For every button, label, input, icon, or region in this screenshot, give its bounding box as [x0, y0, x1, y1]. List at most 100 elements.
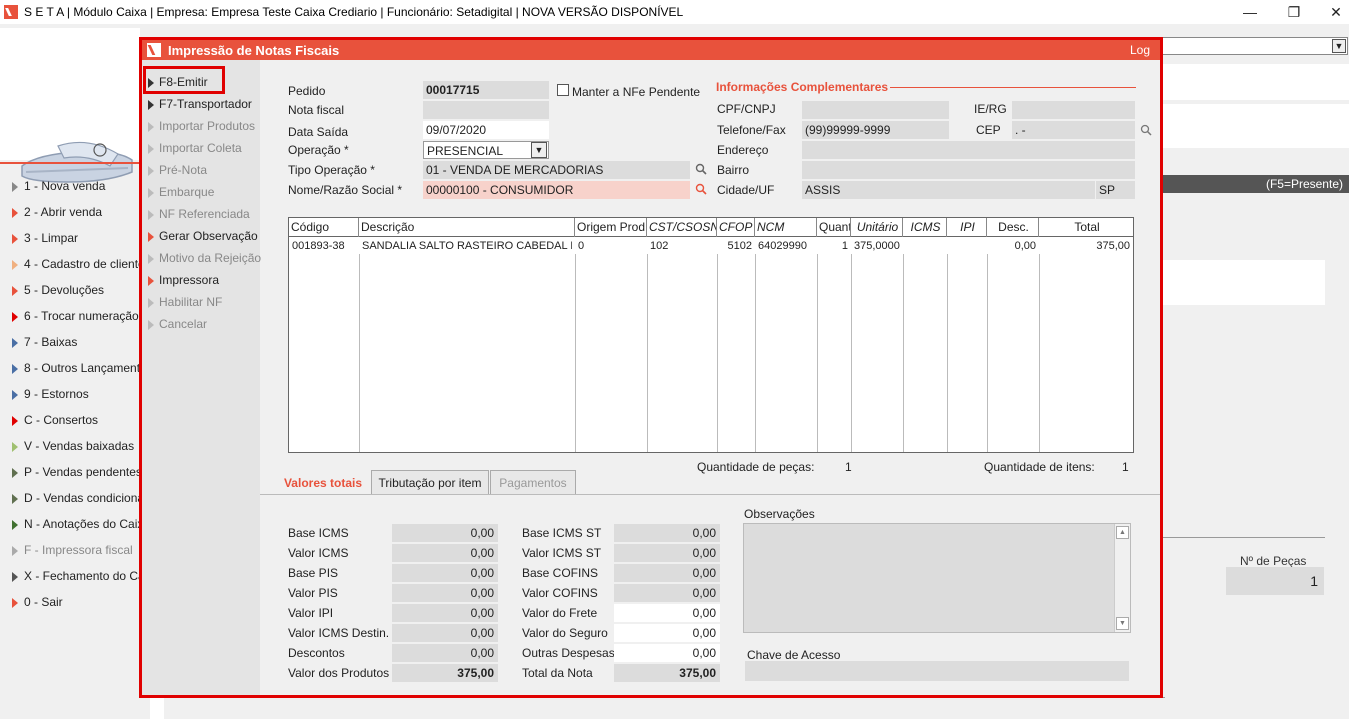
grid-column-header[interactable]: Quant — [817, 218, 851, 237]
main-menu-item[interactable]: V - Vendas baixadas — [0, 436, 140, 462]
grid-column-header[interactable]: Total — [1039, 218, 1133, 237]
cep-field[interactable]: . - — [1012, 121, 1135, 139]
scroll-down-icon[interactable]: ▼ — [1116, 617, 1129, 630]
grid-column-header[interactable]: Descrição — [359, 218, 575, 237]
scrollbar[interactable]: ▲ ▼ — [1114, 524, 1130, 632]
main-menu-item[interactable]: 6 - Trocar numeração — [0, 306, 140, 332]
cidade-field[interactable]: ASSIS — [802, 181, 1095, 199]
search-icon[interactable] — [695, 163, 707, 175]
manter-nfe-checkbox[interactable] — [557, 84, 569, 96]
grid-column-header[interactable]: Origem Prod — [575, 218, 647, 237]
window-title: S E T A | Módulo Caixa | Empresa: Empres… — [24, 5, 684, 19]
side-menu-item[interactable]: Importar Produtos — [148, 119, 255, 133]
grid-column-header[interactable]: NCM — [755, 218, 817, 237]
main-menu-item[interactable]: 3 - Limpar — [0, 228, 140, 254]
cidade-label: Cidade/UF — [717, 183, 775, 197]
bairro-field[interactable] — [802, 161, 1135, 179]
operacao-label: Operação * — [288, 143, 349, 157]
observacoes-textarea[interactable]: ▲ ▼ — [743, 523, 1131, 633]
main-menu-item[interactable]: X - Fechamento do Caixa — [0, 566, 140, 592]
tipo-operacao-field[interactable]: 01 - VENDA DE MERCADORIAS — [423, 161, 690, 179]
main-menu-label: 9 - Estornos — [24, 387, 89, 401]
main-menu-item[interactable]: 2 - Abrir venda — [0, 202, 140, 228]
qtd-pecas-label: Quantidade de peças: — [697, 460, 815, 474]
table-cell: 102 — [650, 240, 669, 252]
side-menu-item[interactable]: Pré-Nota — [148, 163, 207, 177]
menu-arrow-icon — [148, 165, 154, 176]
main-menu-item[interactable]: 5 - Devoluções — [0, 280, 140, 306]
main-menu-item[interactable]: D - Vendas condicionais — [0, 488, 140, 514]
side-menu-item[interactable]: Impressora — [148, 273, 219, 287]
side-menu-item[interactable]: F7-Transportador — [148, 97, 252, 111]
chevron-down-icon[interactable]: ▼ — [1332, 39, 1346, 53]
main-menu-item[interactable]: F - Impressora fiscal — [0, 540, 140, 566]
grid-column-header[interactable]: Código — [289, 218, 359, 237]
valor-label: Total da Nota — [522, 666, 593, 680]
grid-column-header[interactable]: Unitário — [851, 218, 903, 237]
main-menu-item[interactable]: 4 - Cadastro de clientes — [0, 254, 140, 280]
search-icon[interactable] — [695, 183, 707, 195]
menu-arrow-icon — [12, 181, 18, 192]
dialog-side-menu: F8-Emitir F7-Transportador Importar Produt… — [142, 60, 261, 695]
grid-column-header[interactable]: CST/CSOSN — [647, 218, 717, 237]
grid-column-line — [851, 237, 852, 452]
main-menu-item[interactable]: P - Vendas pendentes — [0, 462, 140, 488]
nfe-print-dialog: Impressão de Notas Fiscais Log F8-Emitir… — [139, 37, 1163, 698]
tab-valores-totais[interactable]: Valores totais — [276, 470, 370, 495]
valor-field: 0,00 — [392, 624, 498, 642]
log-link[interactable]: Log — [1130, 43, 1150, 57]
grid-column-header[interactable]: Desc. — [987, 218, 1039, 237]
side-menu-item[interactable]: Cancelar — [148, 317, 207, 331]
restore-button[interactable]: ❐ — [1274, 2, 1314, 22]
endereco-field[interactable] — [802, 141, 1135, 159]
side-menu-item[interactable]: Embarque — [148, 185, 214, 199]
valor-field[interactable]: 0,00 — [614, 604, 720, 622]
valor-label: Outras Despesas — [522, 646, 615, 660]
menu-arrow-icon — [12, 415, 18, 426]
close-button[interactable]: ✕ — [1316, 2, 1349, 22]
grid-column-header[interactable]: CFOP — [717, 218, 755, 237]
main-menu-label: 0 - Sair — [24, 595, 63, 609]
top-combo[interactable]: ▼ — [1160, 37, 1348, 55]
main-menu-item[interactable]: 7 - Baixas — [0, 332, 140, 358]
cpf-field[interactable] — [802, 101, 949, 119]
grid-column-header[interactable]: IPI — [947, 218, 987, 237]
main-menu-label: 2 - Abrir venda — [24, 205, 103, 219]
chave-field[interactable] — [745, 661, 1129, 681]
search-icon[interactable] — [1140, 124, 1152, 136]
main-menu-item[interactable]: N - Anotações do Caixa — [0, 514, 140, 540]
main-menu-item[interactable]: 0 - Sair — [0, 592, 140, 618]
side-menu-item[interactable]: Importar Coleta — [148, 141, 242, 155]
tab-tributacao[interactable]: Tributação por item — [371, 470, 489, 495]
valor-field[interactable]: 0,00 — [614, 644, 720, 662]
valor-label: Descontos — [288, 646, 345, 660]
side-menu-label: Impressora — [159, 273, 220, 287]
menu-arrow-icon — [12, 467, 18, 478]
items-grid[interactable]: Código Descrição Origem Prod CST/CSOSN CFOP N… — [288, 217, 1134, 453]
side-menu-item[interactable]: Motivo da Rejeição — [148, 251, 261, 265]
side-menu-item[interactable]: Gerar Observação — [148, 229, 258, 243]
telefone-field[interactable]: (99)99999-9999 — [802, 121, 949, 139]
nome-field[interactable]: 00000100 - CONSUMIDOR — [423, 181, 690, 199]
minimize-button[interactable]: — — [1230, 2, 1270, 22]
main-menu-item[interactable]: C - Consertos — [0, 410, 140, 436]
grid-column-header[interactable]: ICMS — [903, 218, 947, 237]
chevron-down-icon[interactable]: ▼ — [531, 142, 547, 158]
tab-pagamentos[interactable]: Pagamentos — [490, 470, 576, 495]
main-menu-item[interactable]: 8 - Outros Lançamentos — [0, 358, 140, 384]
main-menu-item[interactable]: 1 - Nova venda — [0, 176, 140, 202]
valor-field[interactable]: 0,00 — [614, 624, 720, 642]
endereco-label: Endereço — [717, 143, 769, 157]
ie-field[interactable] — [1012, 101, 1135, 119]
uf-field[interactable]: SP — [1096, 181, 1135, 199]
nota-field[interactable] — [423, 101, 549, 119]
data-saida-field[interactable]: 09/07/2020 — [423, 121, 549, 139]
side-menu-item[interactable]: NF Referenciada — [148, 207, 250, 221]
valor-field: 0,00 — [392, 544, 498, 562]
side-menu-label: Importar Coleta — [159, 141, 242, 155]
scroll-up-icon[interactable]: ▲ — [1116, 526, 1129, 539]
side-menu-item[interactable]: Habilitar NF — [148, 295, 222, 309]
main-menu-item[interactable]: 9 - Estornos — [0, 384, 140, 410]
nome-label: Nome/Razão Social * — [288, 183, 403, 197]
menu-arrow-icon — [12, 389, 18, 400]
